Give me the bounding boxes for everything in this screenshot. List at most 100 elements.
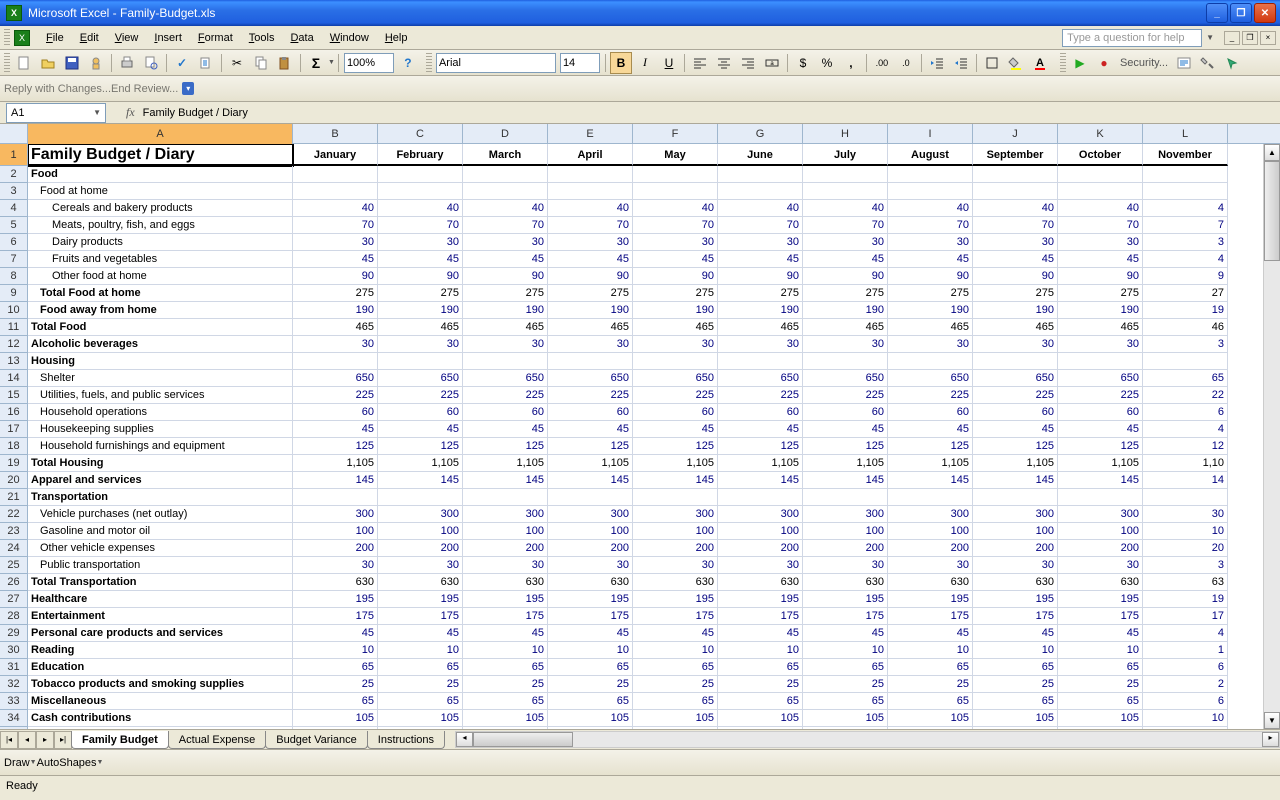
cell[interactable]: 190: [548, 302, 633, 319]
cell[interactable]: 100: [973, 523, 1058, 540]
cell[interactable]: 45: [633, 625, 718, 642]
cell[interactable]: 145: [293, 472, 378, 489]
cell[interactable]: Food away from home: [28, 302, 293, 319]
font-size-combo[interactable]: [560, 53, 600, 73]
cell[interactable]: 40: [888, 200, 973, 217]
cell[interactable]: 225: [633, 387, 718, 404]
cell[interactable]: 630: [718, 574, 803, 591]
cell[interactable]: 1,105: [973, 455, 1058, 472]
spelling-button[interactable]: ✓: [171, 52, 193, 74]
cell[interactable]: 19: [1143, 591, 1228, 608]
cell[interactable]: 190: [293, 302, 378, 319]
cell[interactable]: 25: [293, 676, 378, 693]
cell[interactable]: 60: [548, 404, 633, 421]
cell[interactable]: 1,105: [803, 455, 888, 472]
cell[interactable]: [548, 166, 633, 183]
cell[interactable]: November: [1143, 144, 1228, 166]
cell[interactable]: 105: [888, 710, 973, 727]
tab-prev-button[interactable]: ◂: [18, 731, 36, 749]
cell[interactable]: [1143, 489, 1228, 506]
cell[interactable]: 45: [973, 421, 1058, 438]
security-button[interactable]: Security...: [1116, 57, 1172, 69]
menu-insert[interactable]: Insert: [146, 29, 190, 47]
cell[interactable]: Total Food at home: [28, 285, 293, 302]
cell[interactable]: 10: [1143, 710, 1228, 727]
cell[interactable]: 60: [888, 404, 973, 421]
cell[interactable]: Total Transportation: [28, 574, 293, 591]
row-header-26[interactable]: 26: [0, 574, 27, 591]
col-header-E[interactable]: E: [548, 124, 633, 144]
cell[interactable]: 45: [803, 421, 888, 438]
merge-center-button[interactable]: a: [761, 52, 783, 74]
cell[interactable]: 10: [378, 642, 463, 659]
cell[interactable]: October: [1058, 144, 1143, 166]
cell[interactable]: 105: [973, 710, 1058, 727]
cell[interactable]: [293, 166, 378, 183]
cell[interactable]: 465: [293, 319, 378, 336]
menu-view[interactable]: View: [107, 29, 147, 47]
align-left-button[interactable]: [689, 52, 711, 74]
cell[interactable]: 190: [888, 302, 973, 319]
cell[interactable]: 30: [888, 336, 973, 353]
cell[interactable]: 1: [1143, 642, 1228, 659]
mdi-close-button[interactable]: ×: [1260, 31, 1276, 45]
cell[interactable]: 200: [463, 540, 548, 557]
cell[interactable]: Total Housing: [28, 455, 293, 472]
cell[interactable]: 90: [633, 268, 718, 285]
fx-icon[interactable]: fx: [126, 105, 135, 120]
cell[interactable]: 45: [888, 625, 973, 642]
cell[interactable]: 45: [633, 251, 718, 268]
cell[interactable]: Personal insurance and pensions: [28, 727, 293, 729]
cell[interactable]: 65: [973, 659, 1058, 676]
dropdown-icon[interactable]: ▼: [97, 759, 104, 766]
sheet-tab[interactable]: Actual Expense: [168, 731, 266, 749]
row-header-14[interactable]: 14: [0, 370, 27, 387]
font-color-button[interactable]: A: [1029, 52, 1051, 74]
col-header-L[interactable]: L: [1143, 124, 1228, 144]
cell[interactable]: [633, 166, 718, 183]
cell[interactable]: 275: [293, 285, 378, 302]
currency-button[interactable]: $: [792, 52, 814, 74]
cell[interactable]: 30: [973, 336, 1058, 353]
cell[interactable]: Cash contributions: [28, 710, 293, 727]
cell[interactable]: 45: [463, 421, 548, 438]
col-header-B[interactable]: B: [293, 124, 378, 144]
cell[interactable]: 45: [1058, 421, 1143, 438]
align-center-button[interactable]: [713, 52, 735, 74]
cell[interactable]: 45: [548, 625, 633, 642]
cell[interactable]: [888, 166, 973, 183]
cell[interactable]: 30: [548, 234, 633, 251]
cell[interactable]: 105: [633, 710, 718, 727]
cell[interactable]: 7: [1143, 217, 1228, 234]
row-header-20[interactable]: 20: [0, 472, 27, 489]
new-button[interactable]: [13, 52, 35, 74]
cell[interactable]: 60: [463, 404, 548, 421]
close-button[interactable]: ✕: [1254, 3, 1276, 23]
col-header-K[interactable]: K: [1058, 124, 1143, 144]
fill-color-button[interactable]: [1005, 52, 1027, 74]
cell[interactable]: 105: [293, 710, 378, 727]
cell[interactable]: 45: [803, 251, 888, 268]
cell[interactable]: [378, 166, 463, 183]
cell[interactable]: 10: [718, 642, 803, 659]
cell[interactable]: Healthcare: [28, 591, 293, 608]
cell[interactable]: 30: [378, 336, 463, 353]
col-header-G[interactable]: G: [718, 124, 803, 144]
cell[interactable]: [633, 727, 718, 729]
cell[interactable]: 6: [1143, 404, 1228, 421]
cell[interactable]: 65: [548, 659, 633, 676]
cell[interactable]: 1,105: [633, 455, 718, 472]
cell[interactable]: 650: [633, 370, 718, 387]
cell[interactable]: 650: [463, 370, 548, 387]
cell[interactable]: 100: [1058, 523, 1143, 540]
cell[interactable]: 40: [548, 200, 633, 217]
sheet-tab[interactable]: Instructions: [367, 731, 445, 749]
decrease-decimal-button[interactable]: .0: [895, 52, 917, 74]
bold-button[interactable]: B: [610, 52, 632, 74]
macro-play-button[interactable]: ▶: [1069, 52, 1091, 74]
cell[interactable]: 175: [378, 608, 463, 625]
cell[interactable]: 125: [973, 438, 1058, 455]
cell[interactable]: Housekeeping supplies: [28, 421, 293, 438]
end-review-button[interactable]: End Review...: [111, 83, 178, 95]
cell[interactable]: 70: [1058, 217, 1143, 234]
